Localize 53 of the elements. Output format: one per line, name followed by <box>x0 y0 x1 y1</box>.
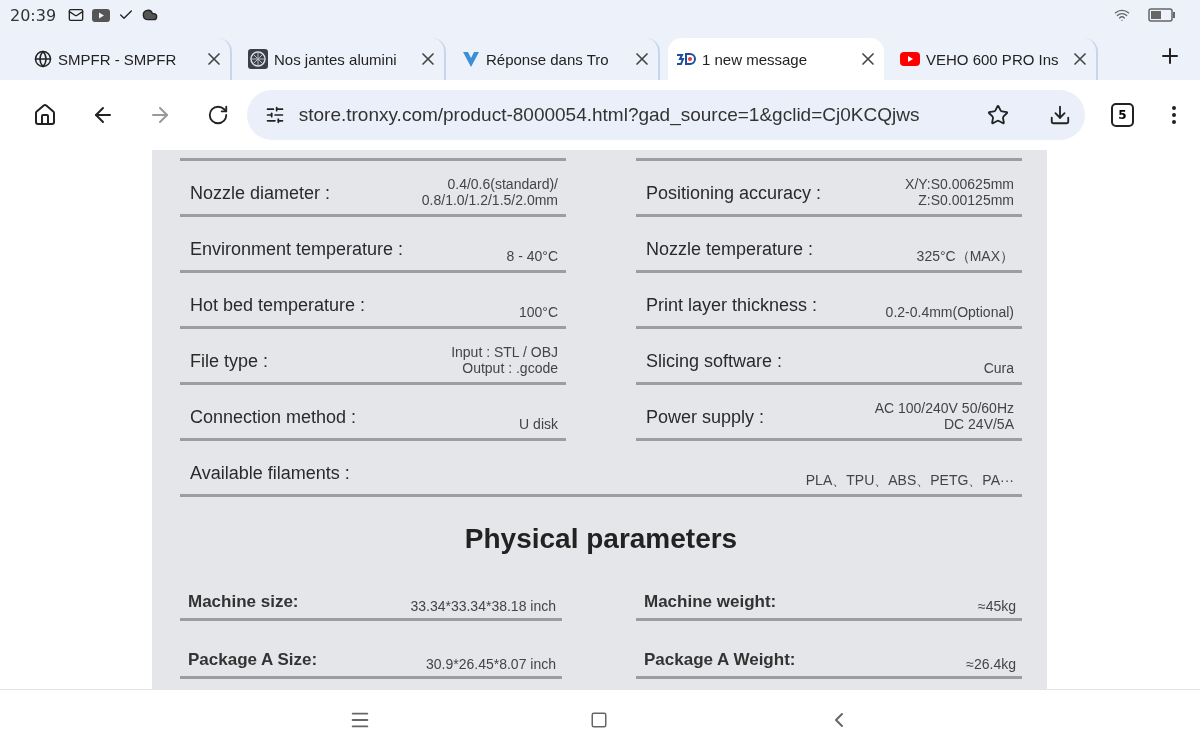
spec-value: ≈26.4kg <box>966 656 1016 672</box>
globe-icon <box>34 50 52 68</box>
play-icon <box>900 52 920 66</box>
url-text: store.tronxy.com/product-8000054.html?gad_source=1&gclid=Cj0KCQjws <box>298 104 921 126</box>
spec-label: Machine size: <box>188 592 299 613</box>
browser-tab[interactable]: 1 new message <box>668 38 884 80</box>
spec-label: Nozzle diameter : <box>190 183 331 205</box>
spec-label: Print layer thickness : <box>646 295 818 317</box>
spec-label: Available filaments : <box>190 463 350 485</box>
spec-label: Package A Size: <box>188 650 318 671</box>
spec-value: PLA、TPU、ABS、PETG、PA··· <box>805 472 1014 488</box>
cloud-icon <box>142 7 159 23</box>
spec-label: Nozzle temperature : <box>646 239 814 261</box>
mail-icon <box>68 7 85 23</box>
spec-value: 8 - 40°C <box>506 248 558 264</box>
logo-icon <box>676 53 696 65</box>
spec-value: 33.34*33.34*38.18 inch <box>410 598 556 614</box>
spec-label: Connection method : <box>190 407 357 429</box>
spec-value: X/Y:S0.00625mm Z:S0.00125mm <box>905 176 1014 208</box>
spec-value: ≈45kg <box>977 598 1016 614</box>
spec-label: File type : <box>190 351 269 373</box>
spec-value: AC 100/240V 50/60Hz DC 24V/5A <box>874 400 1014 432</box>
browser-tab[interactable]: VEHO 600 PRO Ins <box>892 38 1098 80</box>
spec-label: Hot bed temperature : <box>190 295 366 317</box>
spec-label: Slicing software : <box>646 351 783 373</box>
browser-tab[interactable]: SMPFR - SMPFR <box>26 38 232 80</box>
section-heading: Physical parameters <box>463 523 739 555</box>
spec-value: U disk <box>519 416 558 432</box>
wifi-icon <box>1114 7 1130 23</box>
spec-label: Package A Weight: <box>644 650 796 671</box>
spec-value: 100°C <box>518 304 558 320</box>
star-icon[interactable] <box>986 104 1009 126</box>
address-bar[interactable]: store.tronxy.com/product-8000054.html?gad_source=1&gclid=Cj0KCQjws <box>246 90 1085 140</box>
spec-value: Cura <box>983 360 1014 376</box>
battery-icon <box>1148 8 1176 22</box>
play-icon <box>92 8 111 22</box>
spec-value: 30.9*26.45*8.07 inch <box>426 656 556 672</box>
checkmark-icon <box>462 50 480 68</box>
browser-tab[interactable]: Réponse dans Tro <box>454 38 660 80</box>
browser-tab[interactable]: Nos jantes alumini <box>240 38 446 80</box>
spec-value: 325°C（MAX） <box>916 248 1014 264</box>
spec-label: Environment temperature : <box>190 239 404 261</box>
spec-label: Power supply : <box>646 407 765 429</box>
sliders-icon[interactable] <box>264 105 285 125</box>
spec-value: Input : STL / OBJ Output : .gcode <box>451 344 558 376</box>
spec-value: 0.2-0.4mm(Optional) <box>885 304 1014 320</box>
tab-count[interactable]: 5 <box>1110 103 1134 127</box>
clock: 20:39 <box>10 5 57 25</box>
wheel-icon <box>248 49 268 69</box>
spec-value: 0.4/0.6(standard)/ 0.8/1.0/1.2/1.5/2.0mm <box>421 176 558 208</box>
download-icon[interactable] <box>1048 104 1071 126</box>
spec-label: Machine weight: <box>644 592 777 613</box>
spec-label: Positioning accuracy : <box>646 183 822 205</box>
